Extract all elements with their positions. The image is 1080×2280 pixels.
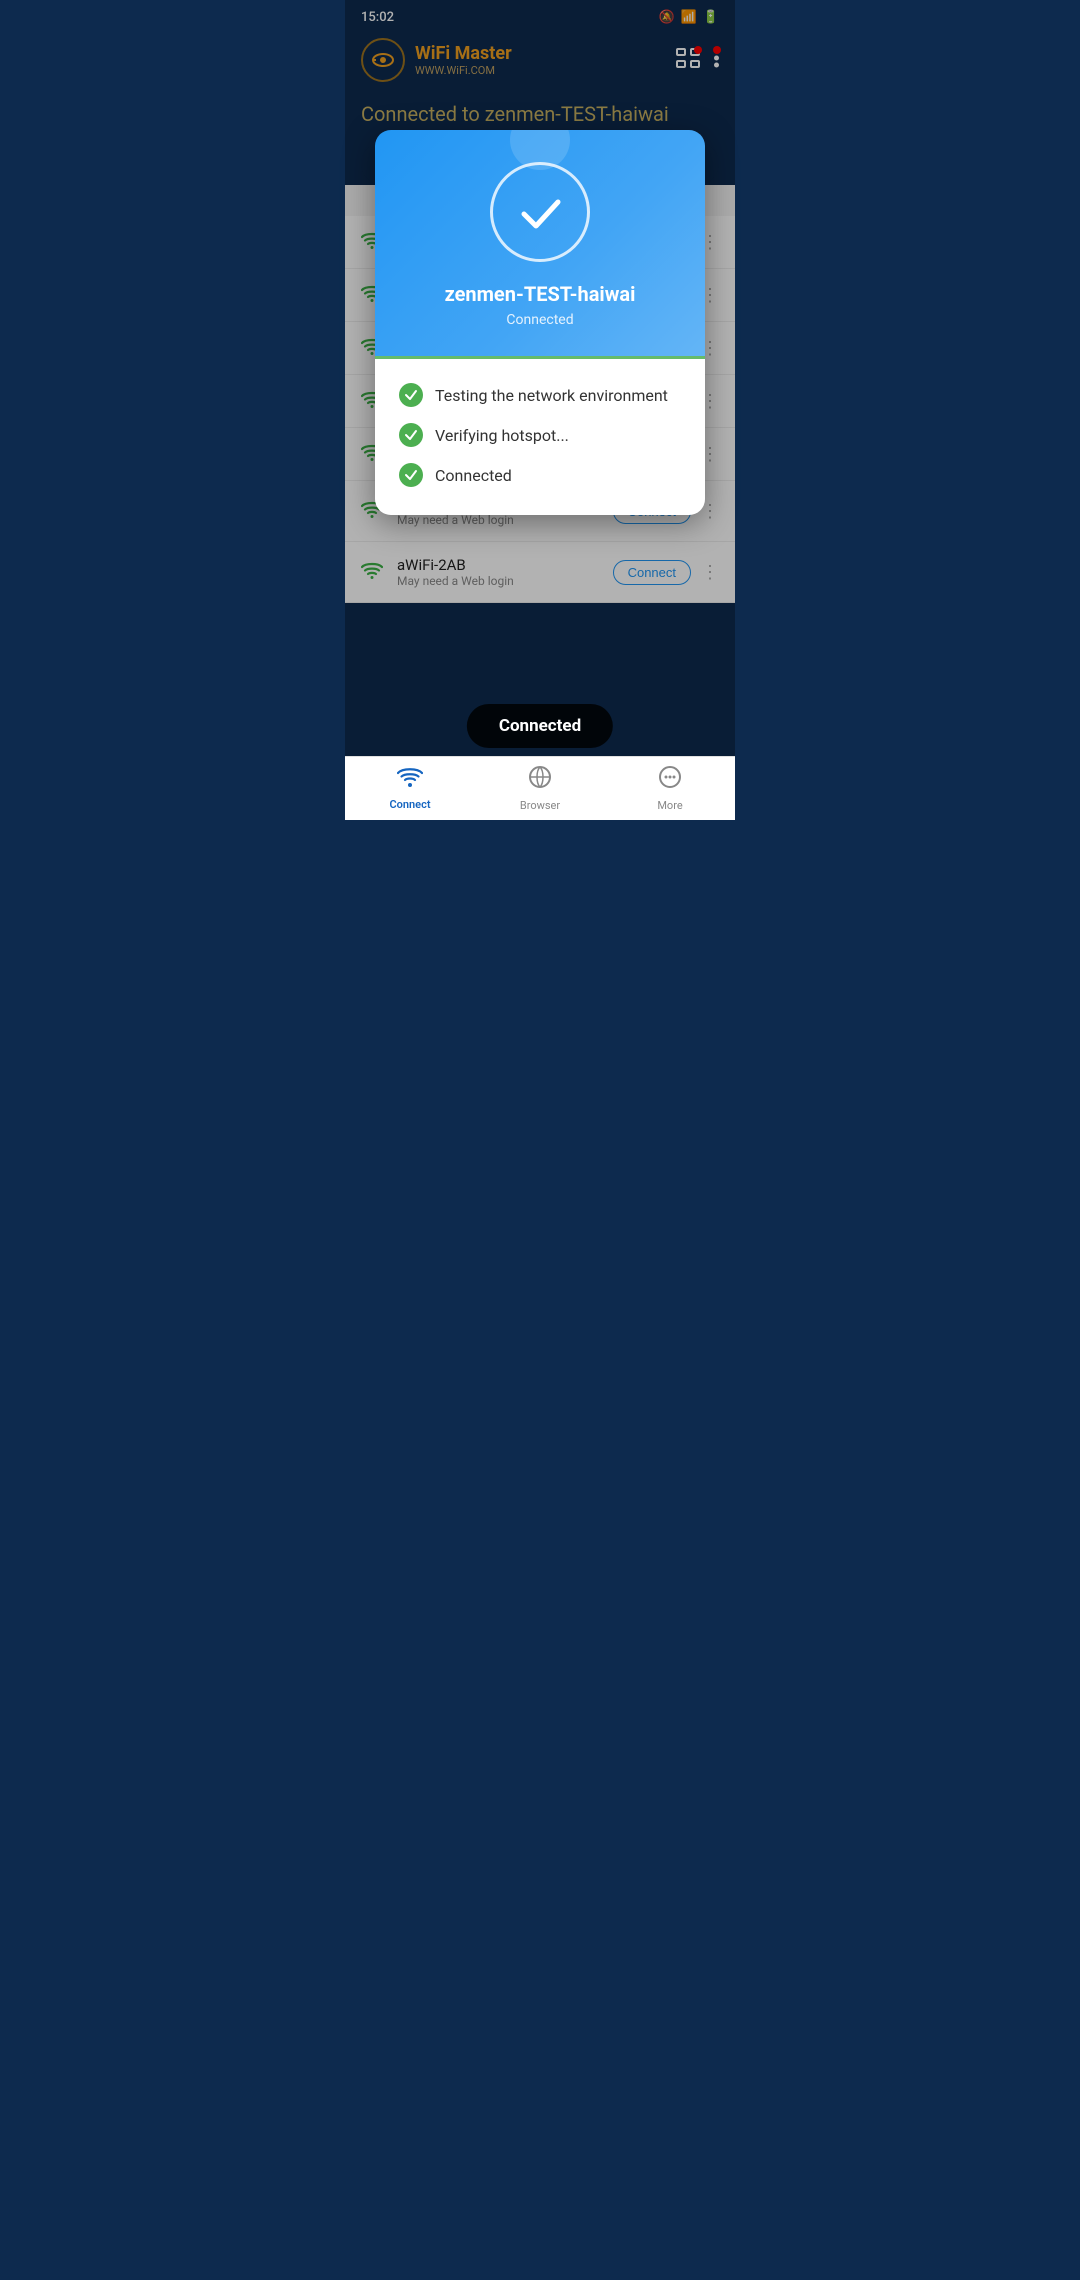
toast-notification: Connected bbox=[467, 704, 613, 748]
nav-connect[interactable]: Connect bbox=[345, 757, 475, 820]
connection-modal: zenmen-TEST-haiwai Connected Testing the… bbox=[375, 130, 705, 515]
modal-top-section: zenmen-TEST-haiwai Connected bbox=[375, 130, 705, 356]
check-icon bbox=[399, 383, 423, 407]
check-item-3: Connected bbox=[399, 463, 681, 487]
checkmark-circle bbox=[490, 162, 590, 262]
browser-nav-icon bbox=[528, 765, 552, 795]
check-item-label: Connected bbox=[435, 466, 512, 485]
modal-ssid: zenmen-TEST-haiwai bbox=[445, 282, 636, 306]
check-item-label: Testing the network environment bbox=[435, 386, 668, 405]
more-nav-icon bbox=[658, 765, 682, 795]
nav-browser[interactable]: Browser bbox=[475, 757, 605, 820]
browser-nav-label: Browser bbox=[520, 799, 560, 812]
modal-bottom-section: Testing the network environment Verifyin… bbox=[375, 359, 705, 515]
check-icon bbox=[399, 463, 423, 487]
nav-more[interactable]: More bbox=[605, 757, 735, 820]
check-icon bbox=[399, 423, 423, 447]
connect-nav-icon bbox=[397, 766, 423, 794]
connect-nav-label: Connect bbox=[389, 798, 430, 811]
check-item-label: Verifying hotspot... bbox=[435, 426, 569, 445]
bottom-navigation: Connect Browser More bbox=[345, 756, 735, 820]
more-nav-label: More bbox=[657, 799, 682, 812]
toast-text: Connected bbox=[499, 716, 581, 736]
check-item-2: Verifying hotspot... bbox=[399, 423, 681, 447]
check-item-1: Testing the network environment bbox=[399, 383, 681, 407]
modal-overlay: zenmen-TEST-haiwai Connected Testing the… bbox=[345, 0, 735, 820]
modal-status-text: Connected bbox=[506, 312, 573, 328]
